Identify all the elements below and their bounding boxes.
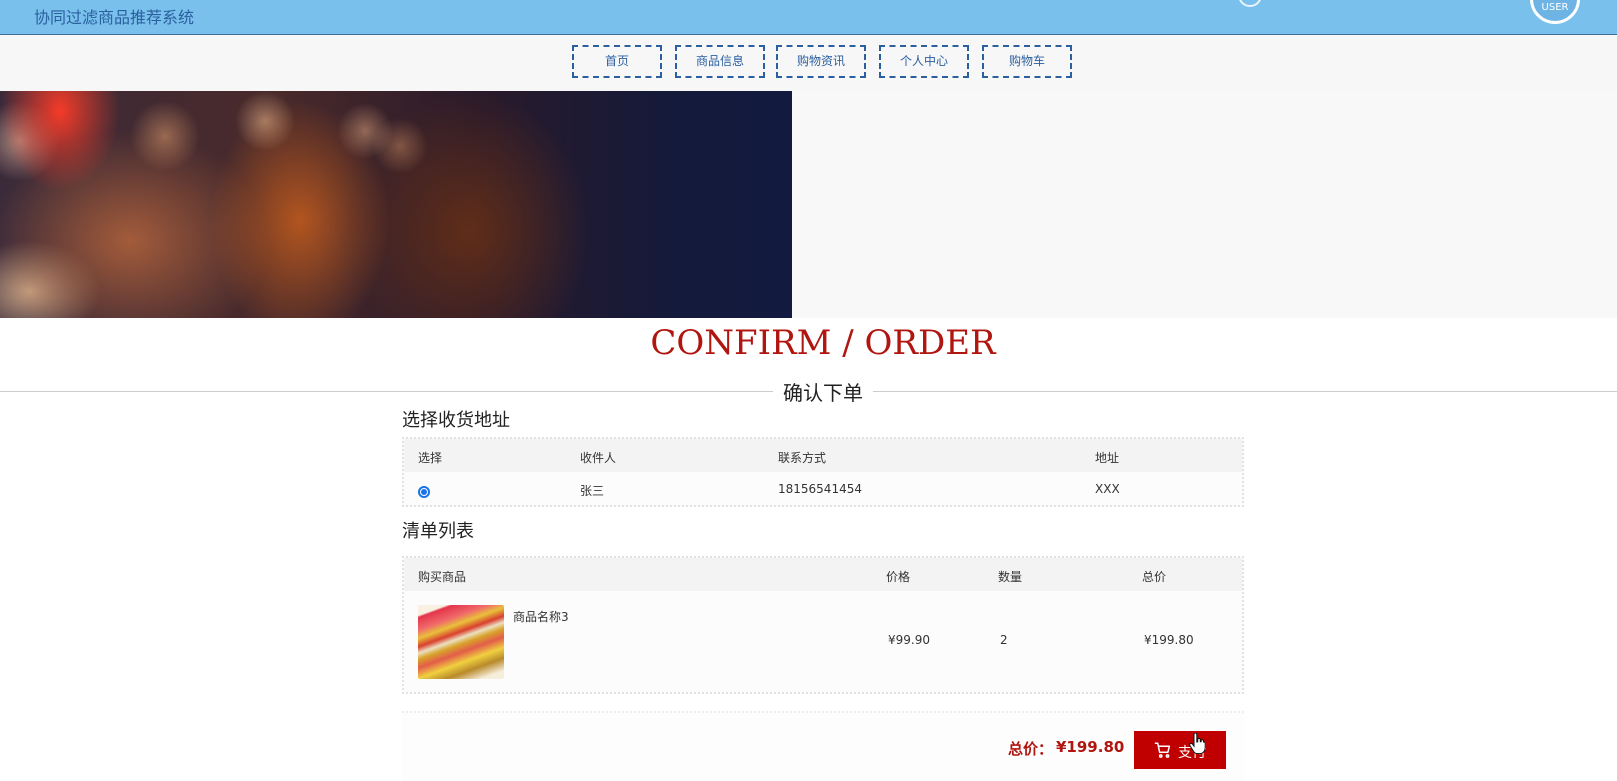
total-value: ¥199.80 [1056, 738, 1125, 756]
section-title-en: CONFIRM / ORDER [650, 323, 996, 363]
total-label: 总价： [1008, 740, 1054, 758]
table-row: 张三 18156541454 XXX [404, 472, 1242, 505]
nav-item-cart[interactable]: 购物车 [982, 45, 1072, 78]
banner-image [0, 91, 792, 318]
table-row: 商品名称3 ¥99.90 2 ¥199.80 [404, 591, 1242, 691]
cart-icon [1154, 742, 1171, 758]
product-price: ¥99.90 [888, 633, 930, 647]
nav-item-profile[interactable]: 个人中心 [879, 45, 969, 78]
col-header-total: 总价 [1142, 570, 1167, 584]
address-table-header: 选择 收件人 联系方式 地址 [404, 439, 1242, 472]
col-header-recipient: 收件人 [580, 451, 617, 465]
top-header: 协同过滤商品推荐系统 USER [0, 0, 1617, 35]
product-name[interactable]: 商品名称3 [513, 608, 569, 625]
recipient-phone: 18156541454 [778, 482, 862, 496]
nav-item-products[interactable]: 商品信息 [675, 45, 765, 78]
col-header-product: 购买商品 [418, 570, 467, 584]
order-table-header: 购买商品 价格 数量 总价 [404, 558, 1242, 591]
recipient-address: XXX [1095, 482, 1120, 496]
pay-button[interactable]: 支付 [1134, 731, 1226, 769]
recipient-name: 张三 [580, 484, 605, 498]
hand-cursor-icon [1189, 733, 1205, 755]
product-image[interactable] [418, 605, 504, 679]
product-quantity: 2 [1000, 633, 1008, 647]
order-section-label: 清单列表 [402, 521, 474, 542]
col-header-phone: 联系方式 [778, 451, 827, 465]
col-header-price: 价格 [886, 570, 911, 584]
col-header-select: 选择 [418, 451, 443, 465]
col-header-quantity: 数量 [998, 570, 1023, 584]
section-title-cn: 确认下单 [773, 377, 873, 406]
product-total: ¥199.80 [1144, 633, 1194, 647]
nav-item-news[interactable]: 购物资讯 [776, 45, 866, 78]
nav-item-home[interactable]: 首页 [572, 45, 662, 78]
site-title: 协同过滤商品推荐系统 [34, 8, 195, 27]
address-table: 选择 收件人 联系方式 地址 张三 18156541454 XXX [402, 437, 1244, 507]
main-nav: 首页 商品信息 购物资讯 个人中心 购物车 [0, 35, 1617, 91]
address-radio[interactable] [418, 486, 430, 498]
header-icon[interactable] [1238, 0, 1262, 7]
col-header-address: 地址 [1095, 451, 1120, 465]
user-avatar[interactable]: USER [1530, 0, 1580, 24]
banner [0, 91, 1617, 318]
order-table: 购买商品 价格 数量 总价 商品名称3 ¥99.90 2 ¥199.80 [402, 556, 1244, 694]
address-section-label: 选择收货地址 [402, 410, 510, 431]
